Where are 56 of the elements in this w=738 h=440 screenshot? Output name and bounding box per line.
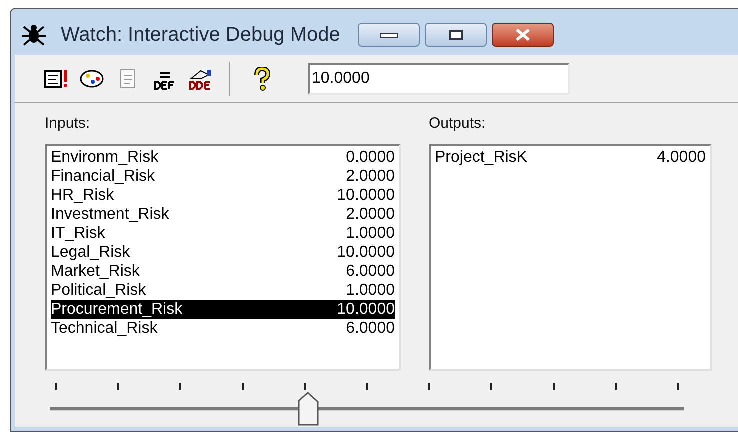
tick-mark — [366, 382, 368, 390]
list-item[interactable]: Market_Risk 6.0000 — [51, 262, 395, 280]
list-item[interactable]: Environm_Risk 0.0000 — [51, 148, 395, 166]
item-value: 10.0000 — [337, 300, 395, 318]
item-name: Financial_Risk — [51, 166, 156, 186]
tick-mark — [490, 382, 492, 390]
window-title: Watch: Interactive Debug Mode — [61, 23, 340, 48]
item-name: Political_Risk — [51, 280, 146, 300]
tick-mark — [179, 382, 182, 390]
item-value: 0.0000 — [346, 148, 395, 166]
item-name: Project_RisK — [435, 148, 528, 166]
list-item[interactable]: Technical_Risk 6.0000 — [51, 318, 395, 338]
item-name: IT_Risk — [51, 224, 106, 242]
list-item[interactable]: Project_RisK 4.0000 — [435, 148, 706, 166]
list-item[interactable]: Legal_Risk 10.0000 — [51, 242, 395, 262]
tick-mark — [676, 382, 679, 390]
slider[interactable] — [50, 392, 684, 426]
tick-mark — [55, 382, 57, 390]
list-item[interactable]: IT_Risk 1.0000 — [51, 224, 395, 242]
value-field[interactable]: 10.0000 — [308, 62, 570, 94]
tick-mark — [552, 382, 554, 390]
item-name: Environm_Risk — [51, 148, 159, 166]
list-item[interactable]: Political_Risk 1.0000 — [51, 280, 395, 300]
item-name: Market_Risk — [51, 262, 140, 280]
item-value: 6.0000 — [346, 262, 395, 280]
tick-mark — [614, 382, 617, 390]
item-name: Procurement_Risk — [51, 300, 183, 318]
outputs-label: Outputs: — [429, 114, 487, 134]
item-name: Technical_Risk — [51, 318, 158, 338]
list-item[interactable]: Investment_Risk 2.0000 — [51, 204, 395, 224]
item-value: 10.0000 — [337, 186, 395, 204]
slider-thumb[interactable] — [298, 392, 320, 426]
item-name: Legal_Risk — [51, 242, 130, 262]
list-item[interactable]: Financial_Risk 2.0000 — [51, 166, 395, 186]
minimize-button[interactable] — [358, 23, 420, 47]
item-value: 6.0000 — [346, 318, 395, 338]
list-item[interactable]: Procurement_Risk 10.0000 — [51, 300, 395, 318]
bug-icon — [21, 24, 47, 46]
maximize-button[interactable] — [425, 23, 488, 47]
help-icon[interactable] — [252, 66, 272, 90]
list-item[interactable]: HR_Risk 10.0000 — [51, 186, 395, 204]
tick-mark — [117, 382, 120, 390]
close-icon — [515, 29, 532, 41]
item-name: Investment_Risk — [51, 204, 170, 224]
tick-mark — [304, 382, 306, 390]
item-value: 2.0000 — [346, 166, 395, 186]
tick-mark — [428, 382, 430, 390]
item-value: 4.0000 — [657, 148, 706, 166]
item-value: 10.0000 — [337, 242, 395, 262]
inputs-label: Inputs: — [45, 114, 92, 134]
tick-mark — [242, 382, 244, 390]
item-value: 1.0000 — [346, 280, 395, 300]
item-value: 2.0000 — [346, 204, 395, 224]
close-button[interactable] — [492, 23, 554, 47]
item-name: HR_Risk — [51, 186, 114, 204]
item-value: 1.0000 — [346, 224, 395, 242]
